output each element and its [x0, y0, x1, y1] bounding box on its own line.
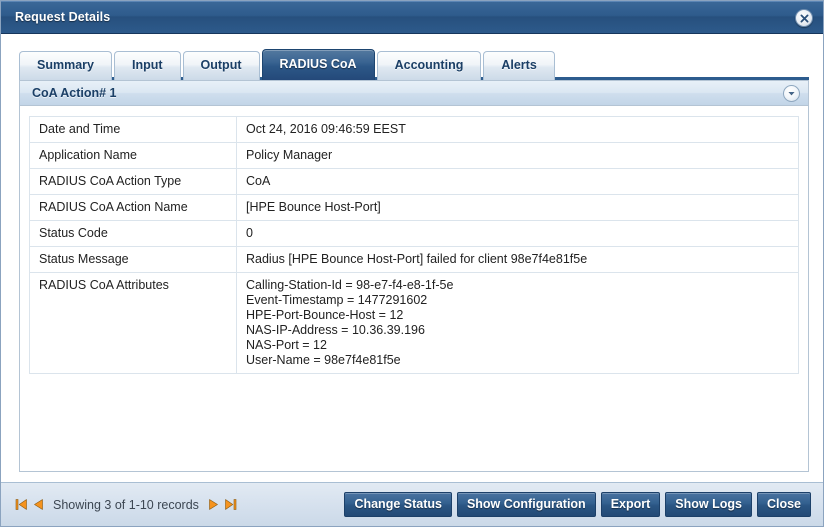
table-row: Status Message Radius [HPE Bounce Host-P… [29, 246, 799, 273]
pagination-controls: Showing 3 of 1-10 records [15, 498, 237, 512]
pagination-status: Showing 3 of 1-10 records [53, 497, 199, 512]
table-row: Application Name Policy Manager [29, 142, 799, 169]
chevron-down-circle-icon[interactable] [783, 85, 800, 102]
table-row: RADIUS CoA Action Name [HPE Bounce Host-… [29, 194, 799, 221]
table-row: RADIUS CoA Action Type CoA [29, 168, 799, 195]
coa-action-panel-header: CoA Action# 1 [20, 81, 808, 106]
tab-accounting[interactable]: Accounting [376, 51, 482, 80]
tab-input[interactable]: Input [113, 51, 181, 80]
table-row: RADIUS CoA Attributes Calling-Station-Id… [29, 272, 799, 374]
detail-label: Status Code [29, 220, 237, 247]
show-configuration-button[interactable]: Show Configuration [456, 492, 596, 517]
coa-action-panel-title: CoA Action# 1 [32, 86, 117, 100]
detail-label: Status Message [29, 246, 237, 273]
coa-action-panel-content: Date and Time Oct 24, 2016 09:46:59 EEST… [20, 106, 808, 471]
request-details-dialog: Request Details Summary Input Output RAD… [0, 0, 824, 527]
detail-value: Radius [HPE Bounce Host-Port] failed for… [236, 246, 799, 273]
detail-value-attributes: Calling-Station-Id = 98-e7-f4-e8-1f-5e E… [236, 272, 799, 374]
detail-value: Oct 24, 2016 09:46:59 EEST [236, 116, 799, 143]
detail-value: [HPE Bounce Host-Port] [236, 194, 799, 221]
coa-detail-table: Date and Time Oct 24, 2016 09:46:59 EEST… [29, 116, 799, 374]
change-status-button[interactable]: Change Status [344, 492, 452, 517]
detail-label: RADIUS CoA Action Type [29, 168, 237, 195]
close-button[interactable]: Close [756, 492, 811, 517]
tab-output[interactable]: Output [182, 51, 260, 80]
footer-button-row: Change Status Show Configuration Export … [344, 492, 811, 517]
show-logs-button[interactable]: Show Logs [665, 492, 752, 517]
table-row: Status Code 0 [29, 220, 799, 247]
dialog-footer: Showing 3 of 1-10 records Change Status … [1, 482, 823, 526]
detail-value: CoA [236, 168, 799, 195]
export-button[interactable]: Export [600, 492, 661, 517]
detail-label: RADIUS CoA Attributes [29, 272, 237, 374]
table-row: Date and Time Oct 24, 2016 09:46:59 EEST [29, 116, 799, 143]
close-icon[interactable] [795, 9, 813, 27]
next-page-icon[interactable] [207, 498, 220, 511]
dialog-titlebar: Request Details [1, 1, 823, 34]
tab-radius-coa[interactable]: RADIUS CoA [261, 49, 375, 80]
detail-label: Application Name [29, 142, 237, 169]
detail-value: Policy Manager [236, 142, 799, 169]
tab-summary[interactable]: Summary [19, 51, 112, 80]
detail-value: 0 [236, 220, 799, 247]
detail-label: RADIUS CoA Action Name [29, 194, 237, 221]
tab-strip: Summary Input Output RADIUS CoA Accounti… [1, 44, 823, 80]
first-page-icon[interactable] [15, 498, 28, 511]
last-page-icon[interactable] [224, 498, 237, 511]
tab-alerts[interactable]: Alerts [483, 51, 555, 80]
coa-action-panel: CoA Action# 1 Date and Time Oct 24, 2016… [19, 80, 809, 472]
dialog-title: Request Details [15, 10, 111, 24]
detail-label: Date and Time [29, 116, 237, 143]
previous-page-icon[interactable] [32, 498, 45, 511]
dialog-body: Summary Input Output RADIUS CoA Accounti… [1, 34, 823, 482]
